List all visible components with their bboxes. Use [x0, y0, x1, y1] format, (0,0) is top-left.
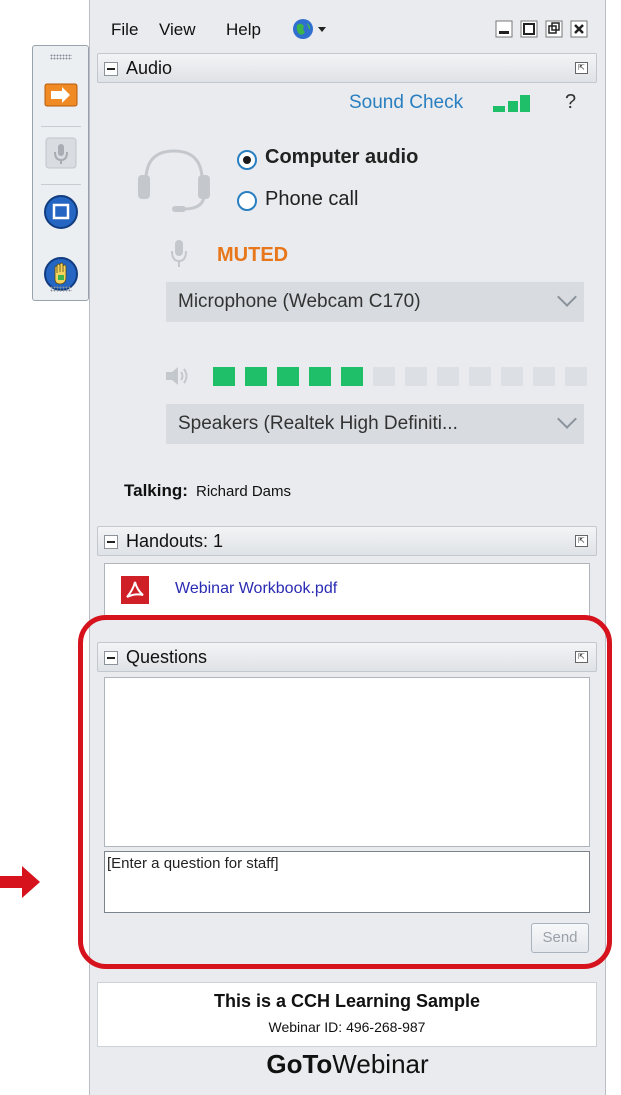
webinar-id: Webinar ID: 496-268-987	[268, 1019, 426, 1035]
chevron-down-icon	[557, 287, 577, 307]
phone-call-radio[interactable]	[237, 191, 257, 211]
phone-call-label[interactable]: Phone call	[265, 188, 358, 211]
questions-highlight-frame	[78, 615, 612, 969]
level-segment	[277, 367, 299, 386]
talking-label: Talking:	[124, 481, 188, 500]
menu-file[interactable]: File	[111, 20, 138, 40]
speaker-icon	[166, 367, 188, 385]
webinar-info: This is a CCH Learning Sample Webinar ID…	[97, 982, 597, 1047]
handouts-list: Webinar Workbook.pdf	[104, 563, 590, 617]
toolbar-grip-bottom[interactable]	[50, 286, 72, 292]
menu-view[interactable]: View	[159, 20, 196, 40]
handouts-title: Handouts: 1	[126, 531, 224, 551]
sound-check-link[interactable]: Sound Check	[349, 92, 463, 114]
webinar-title: This is a CCH Learning Sample	[213, 991, 481, 1011]
microphone-select[interactable]: Microphone (Webcam C170)	[166, 282, 584, 322]
toolbar-grip[interactable]	[50, 54, 72, 60]
level-segment	[437, 367, 459, 386]
computer-audio-radio[interactable]	[237, 150, 257, 170]
muted-status: MUTED	[217, 244, 289, 266]
popout-icon	[545, 20, 563, 38]
signal-bars-icon	[493, 95, 530, 112]
chevron-down-icon	[557, 409, 577, 429]
level-segment	[309, 367, 331, 386]
close-icon	[570, 20, 588, 38]
audio-title: Audio	[126, 58, 173, 78]
headset-icon	[138, 149, 210, 212]
popout-icon[interactable]: ⇱	[575, 535, 588, 547]
mini-toolbar	[32, 45, 89, 301]
level-segment	[565, 367, 587, 386]
pointer-arrow-icon	[0, 866, 40, 898]
language-globe-icon[interactable]	[292, 18, 328, 40]
level-segment	[501, 367, 523, 386]
level-segment	[341, 367, 363, 386]
level-segment	[533, 367, 555, 386]
speakers-value: Speakers (Realtek High Definiti...	[178, 413, 458, 434]
pdf-file-icon	[121, 576, 149, 604]
level-segment	[245, 367, 267, 386]
help-icon[interactable]: ?	[565, 91, 576, 114]
handout-file-link[interactable]: Webinar Workbook.pdf	[175, 580, 337, 598]
level-segment	[213, 367, 235, 386]
collapse-icon[interactable]	[104, 535, 118, 549]
menu-help[interactable]: Help	[226, 20, 261, 40]
logo-goto: GoTo	[266, 1049, 333, 1079]
screen-icon	[44, 195, 78, 229]
microphone-button[interactable]	[42, 134, 80, 172]
handouts-header[interactable]: Handouts: 1 ⇱	[97, 526, 597, 556]
screen-view-button[interactable]	[42, 193, 80, 231]
level-segment	[469, 367, 491, 386]
maximize-icon	[520, 20, 538, 38]
microphone-value: Microphone (Webcam C170)	[178, 291, 421, 312]
gotowebinar-logo: GoToWebinar	[90, 1049, 605, 1080]
popout-icon[interactable]: ⇱	[575, 62, 588, 74]
arrow-right-icon	[44, 83, 78, 107]
logo-webinar: Webinar	[332, 1049, 429, 1079]
show-panel-button[interactable]	[42, 76, 80, 114]
computer-audio-label[interactable]: Computer audio	[265, 146, 418, 169]
speakers-select[interactable]: Speakers (Realtek High Definiti...	[166, 404, 584, 444]
microphone-muted-icon	[171, 240, 187, 267]
minimize-icon	[495, 20, 513, 38]
window-controls	[495, 20, 588, 38]
collapse-icon[interactable]	[104, 62, 118, 76]
level-segment	[405, 367, 427, 386]
audio-header[interactable]: Audio ⇱	[97, 53, 597, 83]
level-segment	[373, 367, 395, 386]
microphone-icon	[45, 137, 77, 169]
talking-name: Richard Dams	[196, 483, 292, 500]
